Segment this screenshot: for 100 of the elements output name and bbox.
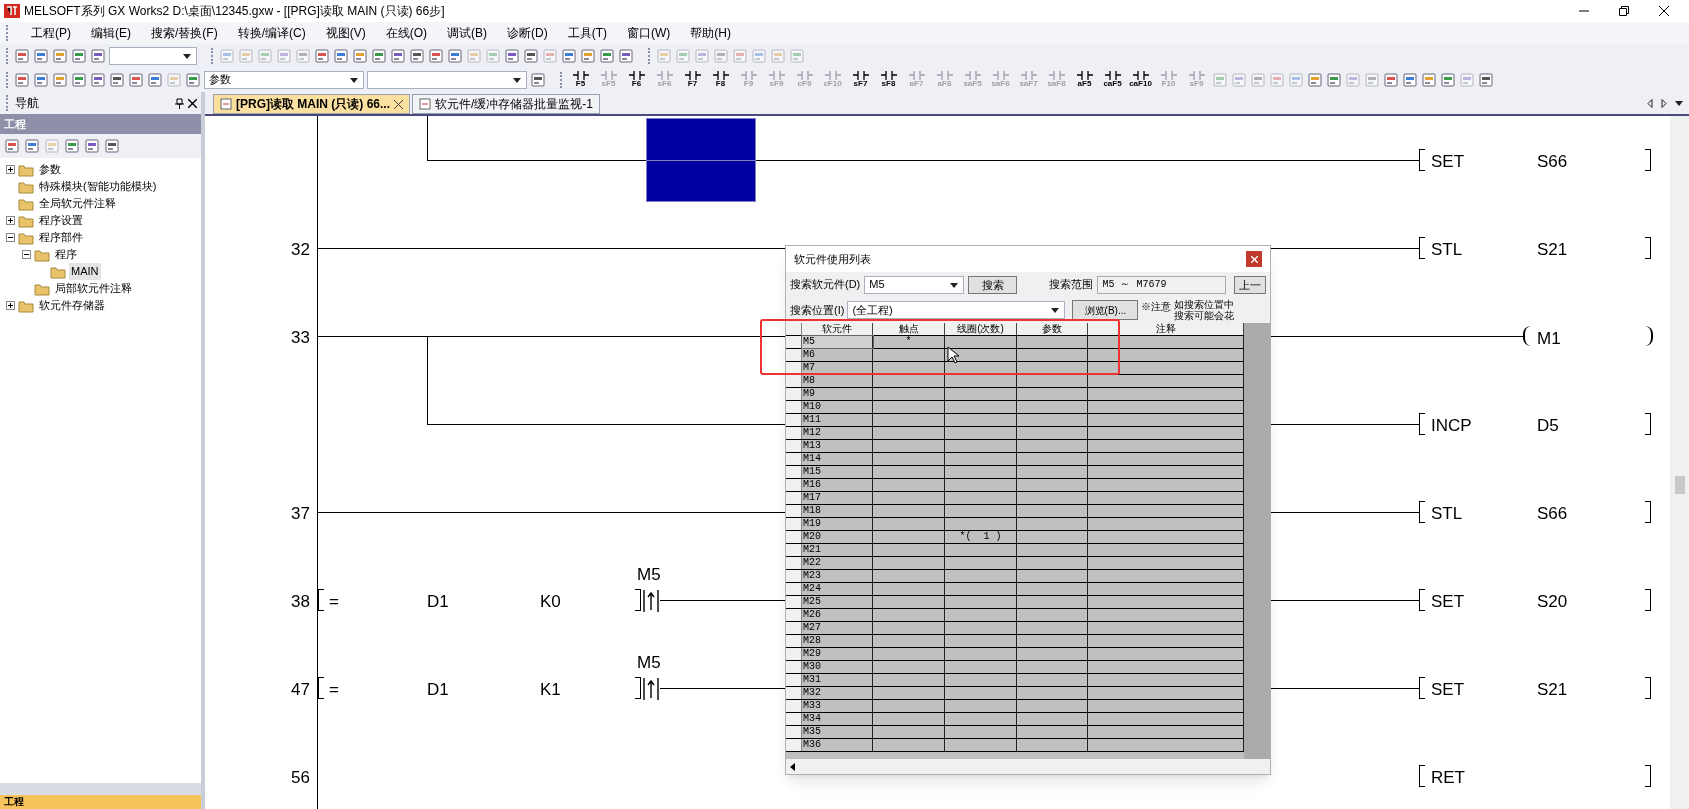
tool-icon[interactable] <box>599 47 615 64</box>
row-header[interactable] <box>786 479 802 491</box>
ladder-symbol-button[interactable]: aF5 <box>1072 71 1097 88</box>
table-cell[interactable]: M9 <box>802 388 873 400</box>
table-cell[interactable]: M36 <box>802 739 873 751</box>
tool-icon[interactable] <box>1326 71 1342 88</box>
row-header[interactable] <box>786 518 802 530</box>
row-header[interactable] <box>786 531 802 543</box>
tool-icon[interactable] <box>561 47 577 64</box>
tool-icon[interactable] <box>185 71 201 88</box>
table-cell[interactable]: M25 <box>802 596 873 608</box>
tree-item[interactable]: 软元件存储器 <box>37 297 107 314</box>
tree-item[interactable]: 参数 <box>37 161 63 178</box>
table-cell[interactable]: M10 <box>802 401 873 413</box>
tool-icon[interactable] <box>447 47 463 64</box>
row-header[interactable] <box>786 687 802 699</box>
tool-icon[interactable] <box>1383 71 1399 88</box>
tool-icon[interactable] <box>147 71 163 88</box>
menu-item[interactable]: 工程(P) <box>31 24 71 42</box>
tool-icon[interactable] <box>84 138 100 154</box>
tree-item[interactable]: 特殊模块(智能功能模块) <box>37 178 159 195</box>
tool-icon[interactable] <box>428 47 444 64</box>
row-header[interactable] <box>786 583 802 595</box>
tool-icon[interactable] <box>333 47 349 64</box>
table-cell[interactable]: M32 <box>802 687 873 699</box>
ladder-symbol-button[interactable]: sF8 <box>876 71 901 88</box>
tool-icon[interactable] <box>71 47 87 64</box>
collapse-icon[interactable] <box>6 233 15 242</box>
table-cell[interactable]: M30 <box>802 661 873 673</box>
tool-icon[interactable] <box>104 138 120 154</box>
row-header[interactable] <box>786 726 802 738</box>
tool-icon[interactable] <box>90 71 106 88</box>
dropdown-arrow-icon[interactable] <box>949 280 959 289</box>
document-tab[interactable]: [PRG]读取 MAIN (只读) 66... <box>213 94 410 114</box>
dropdown-arrow-icon[interactable] <box>1675 100 1683 106</box>
table-cell[interactable]: M17 <box>802 492 873 504</box>
tool-icon[interactable] <box>14 47 30 64</box>
tool-icon[interactable] <box>523 47 539 64</box>
table-cell[interactable]: M28 <box>802 635 873 647</box>
ladder-symbol-button[interactable]: caF5 <box>1100 71 1125 88</box>
dropdown-arrow-icon[interactable] <box>182 51 192 60</box>
row-header[interactable] <box>786 401 802 413</box>
menu-item[interactable]: 在线(O) <box>385 24 427 42</box>
vertical-scrollbar[interactable] <box>1670 116 1689 809</box>
table-cell[interactable]: M27 <box>802 622 873 634</box>
close-button[interactable] <box>1246 251 1262 267</box>
ladder-symbol-button[interactable]: F5 <box>568 71 593 88</box>
tool-icon[interactable] <box>352 47 368 64</box>
row-header[interactable] <box>786 362 802 374</box>
scrollbar-thumb[interactable] <box>1674 476 1685 494</box>
row-header[interactable] <box>786 570 802 582</box>
tool-icon[interactable] <box>1440 71 1456 88</box>
table-cell[interactable]: M5 <box>802 336 873 348</box>
table-cell[interactable]: M31 <box>802 674 873 686</box>
row-header[interactable] <box>786 388 802 400</box>
tree-item[interactable]: 局部软元件注释 <box>53 280 134 297</box>
row-header[interactable] <box>786 739 802 751</box>
dropdown-arrow-icon[interactable] <box>512 75 522 84</box>
tool-icon[interactable] <box>618 47 634 64</box>
document-tab[interactable]: 软元件/缓冲存储器批量监视-1 <box>412 94 601 114</box>
close-icon[interactable] <box>188 98 197 108</box>
search-button[interactable]: 搜索 <box>968 275 1018 294</box>
table-cell[interactable]: M33 <box>802 700 873 712</box>
tool-icon[interactable] <box>580 47 596 64</box>
row-header[interactable] <box>786 440 802 452</box>
ladder-symbol-button[interactable]: F8 <box>708 71 733 88</box>
row-header[interactable] <box>786 674 802 686</box>
scroll-left-icon[interactable] <box>790 762 795 771</box>
menu-item[interactable]: 视图(V) <box>325 24 366 42</box>
row-header[interactable] <box>786 713 802 725</box>
row-header[interactable] <box>786 505 802 517</box>
previous-button[interactable]: 上一 <box>1234 275 1266 294</box>
row-header[interactable] <box>786 700 802 712</box>
dropdown-arrow-icon[interactable] <box>1050 306 1061 314</box>
row-header[interactable] <box>786 375 802 387</box>
tool-icon[interactable] <box>24 138 40 154</box>
table-cell[interactable]: M15 <box>802 466 873 478</box>
tool-icon[interactable] <box>109 71 125 88</box>
tree-item[interactable]: 全局软元件注释 <box>37 195 118 212</box>
row-header[interactable] <box>786 648 802 660</box>
tree-item[interactable]: MAIN <box>69 263 101 280</box>
ladder-symbol-button[interactable]: sF7 <box>848 71 873 88</box>
row-header[interactable] <box>786 635 802 647</box>
expand-icon[interactable] <box>6 301 15 310</box>
scroll-right-icon[interactable] <box>1661 98 1667 108</box>
table-cell[interactable]: M20 <box>802 531 873 543</box>
tree-item[interactable]: 程序 <box>53 246 79 263</box>
ladder-symbol-button[interactable]: caF10 <box>1128 71 1153 88</box>
device-combo[interactable]: M5 <box>864 275 964 294</box>
row-header[interactable] <box>786 466 802 478</box>
tool-icon[interactable] <box>128 71 144 88</box>
tool-icon[interactable] <box>4 138 20 154</box>
row-header[interactable] <box>786 661 802 673</box>
tool-icon[interactable] <box>371 47 387 64</box>
tool-icon[interactable] <box>314 47 330 64</box>
row-header[interactable] <box>786 349 802 361</box>
tool-icon[interactable] <box>64 138 80 154</box>
table-cell[interactable]: M26 <box>802 609 873 621</box>
row-header[interactable] <box>786 544 802 556</box>
horizontal-scrollbar[interactable] <box>786 759 1270 774</box>
